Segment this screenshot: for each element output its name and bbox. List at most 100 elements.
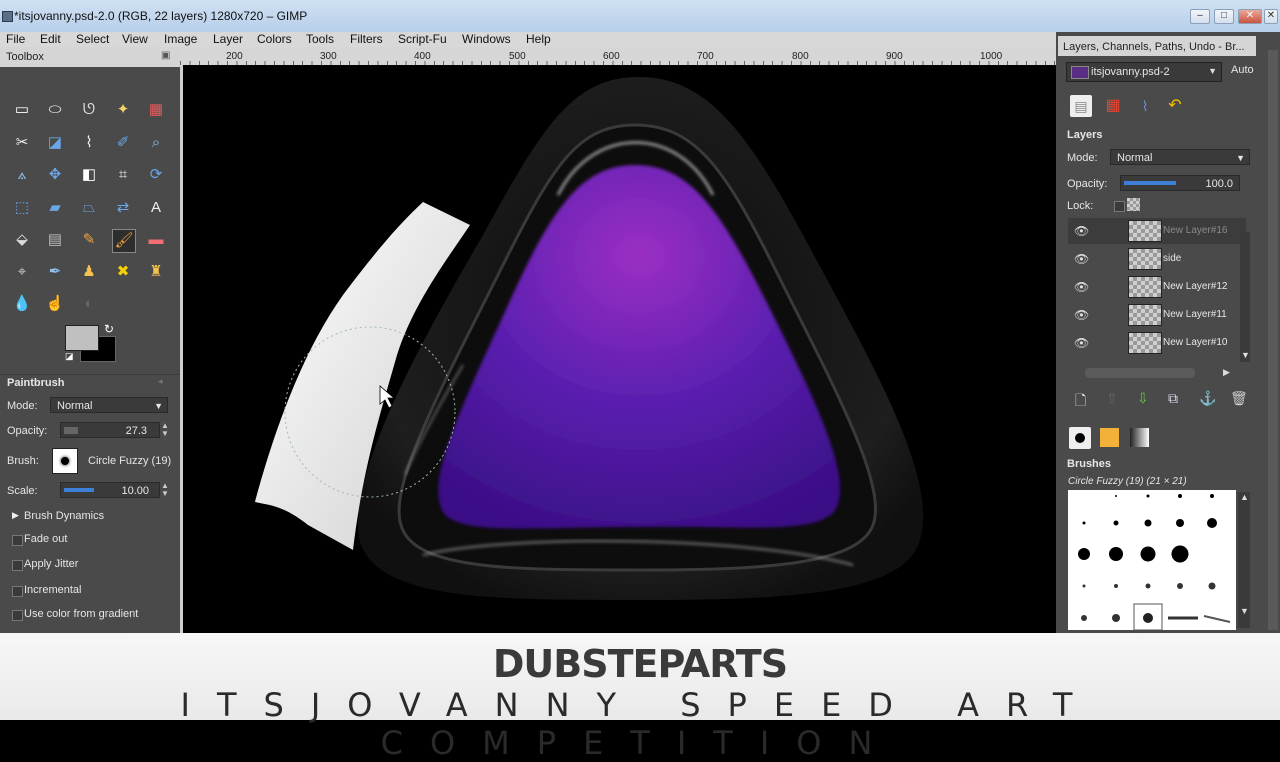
layer-row[interactable]: 👁 New Layer#10 <box>1068 330 1246 356</box>
menu-view[interactable]: View <box>122 32 148 46</box>
patterns-tab-icon[interactable] <box>1100 428 1119 447</box>
channels-tab-icon[interactable]: ▦ <box>1102 95 1124 117</box>
menu-select[interactable]: Select <box>76 32 109 46</box>
scroll-right-icon[interactable]: ▶ <box>1223 367 1230 378</box>
undo-tab-icon[interactable]: ↶ <box>1164 95 1186 117</box>
maximize-button[interactable]: □ <box>1214 9 1234 24</box>
minimize-button[interactable]: – <box>1190 9 1210 24</box>
menu-layer[interactable]: Layer <box>213 32 243 46</box>
expander-arrow-icon[interactable]: ▶ <box>12 510 19 521</box>
pencil-icon[interactable]: ✎ <box>78 229 100 251</box>
anchor-layer-icon[interactable]: ⚓ <box>1199 390 1216 407</box>
default-colors-icon[interactable]: ◪ <box>65 351 74 362</box>
flip-icon[interactable]: ⇄ <box>112 197 134 219</box>
menu-filters[interactable]: Filters <box>350 32 383 46</box>
layers-scrollbar[interactable] <box>1240 232 1250 362</box>
fuzzy-select-icon[interactable]: ✦ <box>112 99 134 121</box>
zoom-icon[interactable]: ⌕ <box>145 132 167 154</box>
scroll-up-icon[interactable]: ▲ <box>1240 492 1249 502</box>
image-canvas[interactable] <box>183 65 1056 633</box>
select-by-color-icon[interactable]: ▦ <box>145 99 167 121</box>
brushes-tab-icon[interactable] <box>1069 427 1091 449</box>
menu-windows[interactable]: Windows <box>462 32 511 46</box>
ellipse-select-icon[interactable]: ⬭ <box>44 99 66 121</box>
foreground-select-icon[interactable]: ◪ <box>44 132 66 154</box>
lock-alpha-icon[interactable] <box>1127 198 1140 211</box>
eye-icon[interactable]: 👁 <box>1074 336 1089 350</box>
opacity-slider[interactable]: 27.3 <box>60 422 160 438</box>
layer-row[interactable]: 👁 New Layer#16 <box>1068 218 1246 244</box>
clone-icon[interactable]: ♟ <box>78 261 100 283</box>
toolbox-close-icon[interactable]: ▣ <box>161 50 170 61</box>
scroll-down-icon[interactable]: ▼ <box>1240 606 1249 616</box>
blend-icon[interactable]: ▤ <box>44 229 66 251</box>
airbrush-icon[interactable]: ⌖ <box>11 261 33 283</box>
layer-opacity-slider[interactable]: 100.0 <box>1120 175 1240 191</box>
text-icon[interactable]: A <box>145 197 167 219</box>
menu-image[interactable]: Image <box>164 32 197 46</box>
paths-tab-icon[interactable]: ⌇ <box>1134 95 1156 117</box>
perspective-clone-icon[interactable]: ♜ <box>145 261 167 283</box>
heal-icon[interactable]: ✖ <box>112 261 134 283</box>
foreground-color-swatch[interactable] <box>65 325 99 351</box>
rotate-icon[interactable]: ⟳ <box>145 164 167 186</box>
layer-row[interactable]: 👁 side <box>1068 246 1246 272</box>
scale-icon[interactable]: ⬚ <box>11 197 33 219</box>
layer-row[interactable]: 👁 New Layer#11 <box>1068 302 1246 328</box>
dock-scrollbar[interactable] <box>1268 50 1278 630</box>
smudge-icon[interactable]: ☝ <box>44 293 66 315</box>
rect-select-icon[interactable]: ▭ <box>11 99 33 121</box>
layers-tab-icon[interactable]: ▤ <box>1070 95 1092 117</box>
brush-preview[interactable] <box>52 448 78 474</box>
measure-icon[interactable]: ⟑ <box>11 164 33 186</box>
fade-out-checkbox[interactable] <box>12 535 23 546</box>
menu-edit[interactable]: Edit <box>40 32 61 46</box>
menu-script-fu[interactable]: Script-Fu <box>398 32 447 46</box>
eye-icon[interactable]: 👁 <box>1074 224 1089 238</box>
crop-icon[interactable]: ⌗ <box>112 164 134 186</box>
scissors-icon[interactable]: ✂ <box>11 132 33 154</box>
layer-row[interactable]: 👁 New Layer#12 <box>1068 274 1246 300</box>
menu-help[interactable]: Help <box>526 32 551 46</box>
layer-mode-dropdown[interactable]: Normal ▼ <box>1110 149 1250 165</box>
brushes-grid[interactable] <box>1068 490 1236 631</box>
menu-colors[interactable]: Colors <box>257 32 292 46</box>
options-menu-icon[interactable]: ◂ <box>158 376 163 387</box>
new-layer-icon[interactable]: 🗋 <box>1075 390 1086 414</box>
blur-icon[interactable]: 💧 <box>11 293 33 315</box>
eye-icon[interactable]: 👁 <box>1074 308 1089 322</box>
eye-icon[interactable]: 👁 <box>1074 280 1089 294</box>
ink-icon[interactable]: ✒ <box>44 261 66 283</box>
lock-pixels-checkbox[interactable] <box>1114 201 1125 212</box>
align-icon[interactable]: ◧ <box>78 164 100 186</box>
scale-spin-icon[interactable]: ▲ ▼ <box>161 482 169 498</box>
lower-layer-icon[interactable]: ⇩ <box>1137 390 1149 407</box>
paintbrush-icon[interactable]: 🖌 <box>112 229 136 253</box>
scale-slider[interactable]: 10.00 <box>60 482 160 498</box>
shear-icon[interactable]: ▰ <box>44 197 66 219</box>
incremental-checkbox[interactable] <box>12 586 23 597</box>
dock-close-icon[interactable]: ✕ <box>1264 9 1278 24</box>
swap-colors-icon[interactable]: ↻ <box>104 322 114 336</box>
bucket-fill-icon[interactable]: ⬙ <box>11 229 33 251</box>
menu-file[interactable]: File <box>6 32 25 46</box>
move-icon[interactable]: ✥ <box>44 164 66 186</box>
menu-tools[interactable]: Tools <box>306 32 334 46</box>
delete-layer-icon[interactable]: 🗑 <box>1230 390 1248 407</box>
mode-dropdown[interactable]: Normal ▼ <box>50 397 168 413</box>
dodge-burn-icon[interactable]: ◐ <box>78 293 100 315</box>
image-selector[interactable]: itsjovanny.psd-2 ▼ <box>1066 62 1222 82</box>
perspective-icon[interactable]: ⏢ <box>78 197 100 219</box>
duplicate-layer-icon[interactable]: ⧉ <box>1168 390 1178 407</box>
gradients-tab-icon[interactable] <box>1130 428 1149 447</box>
free-select-icon[interactable]: ᘎ <box>78 99 100 121</box>
eraser-icon[interactable]: ▬ <box>145 229 167 251</box>
scroll-down-icon[interactable]: ▼ <box>1241 350 1250 360</box>
use-color-from-gradient-checkbox[interactable] <box>12 610 23 621</box>
eye-icon[interactable]: 👁 <box>1074 252 1089 266</box>
apply-jitter-checkbox[interactable] <box>12 560 23 571</box>
paths-icon[interactable]: ⌇ <box>78 132 100 154</box>
brush-dynamics-label[interactable]: Brush Dynamics <box>24 510 104 522</box>
opacity-spin-icon[interactable]: ▲ ▼ <box>161 422 169 438</box>
layers-hscrollbar[interactable] <box>1085 368 1195 378</box>
